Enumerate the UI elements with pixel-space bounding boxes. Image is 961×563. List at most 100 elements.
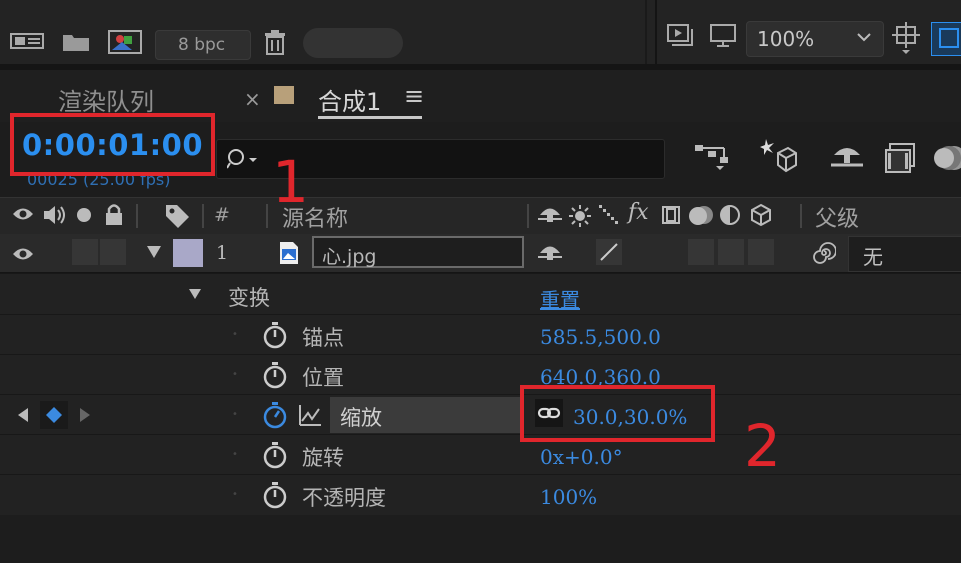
stopwatch-active-icon[interactable]	[262, 402, 288, 430]
property-name: 缩放	[340, 406, 382, 430]
parent-dropdown[interactable]: 无	[848, 236, 961, 272]
region-of-interest-icon[interactable]	[891, 21, 921, 55]
pick-whip-spiral-icon[interactable]	[812, 241, 836, 265]
composition-color-swatch	[274, 86, 294, 104]
layer-number-header[interactable]: #	[214, 204, 230, 226]
quality-switch[interactable]	[596, 239, 622, 265]
parent-value: 无	[863, 245, 883, 269]
stopwatch-icon[interactable]	[262, 442, 288, 470]
graph-editor-icon[interactable]	[298, 403, 322, 427]
layer-number: 1	[216, 242, 229, 264]
transform-label: 变换	[228, 286, 270, 310]
snapshot-icon[interactable]	[667, 24, 695, 48]
frame-blending-icon[interactable]	[884, 142, 916, 174]
previous-keyframe-icon[interactable]	[16, 407, 30, 423]
property-row-rotation: • 旋转 0x+0.0°	[0, 434, 961, 475]
collapse-transform-icon[interactable]	[569, 205, 591, 227]
adjustment-switch[interactable]	[718, 239, 744, 265]
property-row-scale: • 缩放 30.0,30.0%	[0, 394, 961, 435]
layer-expand-triangle-icon[interactable]	[146, 245, 162, 259]
video-visibility-eye-icon[interactable]	[12, 206, 34, 222]
layer-shy-switch-icon[interactable]	[538, 243, 562, 263]
shy-layers-icon[interactable]	[830, 143, 864, 169]
monitor-icon[interactable]	[710, 24, 736, 48]
column-divider	[136, 204, 138, 228]
audio-speaker-icon[interactable]	[42, 204, 68, 226]
timeline-empty-area	[0, 515, 961, 563]
tab-render-queue[interactable]: 渲染队列	[58, 82, 154, 117]
property-name: 不透明度	[302, 486, 386, 510]
property-name: 锚点	[302, 326, 344, 350]
transform-expand-triangle-icon[interactable]	[188, 288, 202, 300]
lock-icon[interactable]	[104, 203, 124, 227]
search-icon	[227, 148, 261, 170]
project-scrollbar[interactable]	[303, 28, 403, 58]
layer-label-color[interactable]	[173, 239, 203, 267]
annotation-box-scale	[520, 385, 715, 442]
effects-fx-icon[interactable]: fx	[628, 200, 649, 225]
property-value[interactable]: 585.5,500.0	[540, 325, 661, 349]
column-divider	[266, 204, 268, 228]
bit-depth-label: 8 bpc	[178, 35, 226, 55]
property-row-position: • 位置 640.0,360.0	[0, 354, 961, 395]
annotation-box-timecode	[10, 113, 215, 176]
annotation-number-1: 1	[272, 148, 309, 216]
stopwatch-icon[interactable]	[262, 482, 288, 510]
draft-3d-icon[interactable]	[760, 137, 798, 175]
adjustment-layer-icon[interactable]	[719, 204, 741, 226]
bullet-dot: •	[232, 369, 238, 380]
new-composition-icon[interactable]	[108, 30, 142, 54]
solo-switch[interactable]	[72, 239, 98, 265]
tab-close-icon[interactable]: ×	[244, 87, 261, 111]
parent-header[interactable]: 父级	[815, 201, 859, 233]
3d-layer-icon[interactable]	[749, 203, 773, 227]
property-value[interactable]: 0x+0.0°	[540, 445, 623, 469]
transparency-grid-toggle[interactable]	[931, 22, 961, 56]
new-folder-icon[interactable]	[62, 32, 90, 52]
motion-blur-switch[interactable]	[688, 239, 714, 265]
next-keyframe-icon[interactable]	[78, 407, 92, 423]
property-row-opacity: • 不透明度 100%	[0, 474, 961, 515]
property-name: 位置	[302, 366, 344, 390]
reset-link[interactable]: 重置	[540, 284, 580, 313]
project-panel-footer: 8 bpc	[0, 0, 647, 64]
add-keyframe-button[interactable]	[40, 401, 68, 429]
composition-flowchart-icon[interactable]	[694, 141, 730, 173]
annotation-number-2: 2	[744, 412, 781, 480]
column-divider	[800, 204, 802, 228]
bullet-dot: •	[232, 329, 238, 340]
active-tab-underline	[318, 116, 422, 119]
bullet-dot: •	[232, 449, 238, 460]
quality-icon[interactable]	[599, 205, 619, 225]
column-divider	[202, 204, 204, 228]
property-value[interactable]: 100%	[540, 485, 597, 509]
property-row-anchor-point: • 锚点 585.5,500.0	[0, 314, 961, 355]
label-tag-icon[interactable]	[164, 203, 190, 229]
layer-name-field[interactable]: 心.jpg	[312, 236, 524, 268]
bit-depth-button[interactable]: 8 bpc	[155, 30, 251, 60]
motion-blur-icon[interactable]	[934, 142, 961, 174]
column-divider	[527, 204, 529, 228]
viewer-toolbar: 100%	[655, 0, 961, 64]
image-file-icon	[279, 241, 299, 265]
motion-blur-switch-icon[interactable]	[688, 203, 714, 227]
zoom-dropdown[interactable]: 100%	[746, 21, 884, 57]
layer-column-header: # 源名称 fx 父级	[0, 197, 961, 235]
lock-switch[interactable]	[100, 239, 126, 265]
solo-dot-icon[interactable]	[77, 208, 91, 222]
tab-menu-icon[interactable]: ≡	[404, 82, 424, 110]
stopwatch-icon[interactable]	[262, 322, 288, 350]
layer-visibility-eye-icon[interactable]	[12, 246, 34, 262]
tab-composition[interactable]: 合成1	[318, 82, 381, 117]
property-name: 旋转	[302, 446, 344, 470]
stopwatch-icon[interactable]	[262, 362, 288, 390]
interpret-footage-icon[interactable]	[10, 30, 44, 52]
transform-group-row[interactable]: 变换 重置	[0, 273, 961, 314]
zoom-value: 100%	[757, 27, 815, 51]
trash-icon[interactable]	[263, 29, 287, 55]
3d-layer-switch[interactable]	[748, 239, 774, 265]
chevron-down-icon	[855, 28, 873, 46]
frame-blend-switch-icon[interactable]	[660, 204, 682, 226]
bullet-dot: •	[232, 409, 238, 420]
shy-switch-icon[interactable]	[538, 205, 562, 225]
